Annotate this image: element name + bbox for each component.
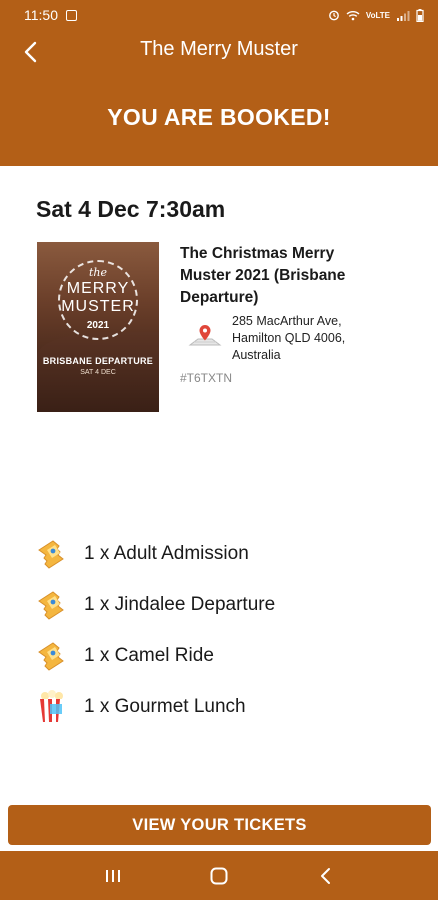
image-text-date: SAT 4 DEC	[80, 369, 116, 376]
event-address: 285 MacArthur Ave, Hamilton QLD 4006, Au…	[232, 314, 346, 362]
home-button[interactable]	[199, 856, 239, 896]
popcorn-icon	[34, 689, 70, 725]
view-tickets-button[interactable]: VIEW YOUR TICKETS	[8, 805, 431, 845]
booking-code: #T6TXTN	[180, 371, 233, 385]
image-text-muster: MUSTER	[61, 298, 135, 315]
status-time: 11:50	[24, 7, 58, 23]
item-label: 1 x Gourmet Lunch	[84, 695, 246, 717]
event-name: The Christmas Merry Muster 2021 (Brisban…	[180, 245, 346, 306]
list-item: 1 x Gourmet Lunch	[34, 681, 414, 732]
item-label: 1 x Camel Ride	[84, 644, 214, 666]
list-item: 1 x Jindalee Departure	[34, 579, 414, 630]
ticket-icon	[34, 536, 70, 572]
event-location[interactable]: 285 MacArthur Ave, Hamilton QLD 4006, Au…	[188, 313, 382, 364]
app-title: The Merry Muster	[140, 38, 298, 60]
system-back-button[interactable]	[305, 856, 345, 896]
ticket-icon	[34, 638, 70, 674]
item-label: 1 x Adult Admission	[84, 542, 249, 564]
event-image[interactable]: the MERRY MUSTER 2021 BRISBANE DEPARTURE…	[37, 242, 159, 412]
image-text-departure: BRISBANE DEPARTURE	[42, 356, 154, 366]
notification-icon	[66, 9, 77, 21]
booking-header: The Merry Muster YOU ARE BOOKED!	[0, 30, 438, 166]
image-text-merry: MERRY	[66, 280, 130, 297]
recent-apps-button[interactable]	[93, 856, 133, 896]
map-pin-icon	[188, 325, 222, 346]
network-label: VoLTE	[365, 10, 390, 20]
list-item: 1 x Adult Admission	[34, 528, 414, 579]
booked-title: YOU ARE BOOKED!	[107, 104, 331, 130]
status-bar: 11:50 VoLTE	[0, 0, 438, 30]
image-text-the: the	[88, 266, 107, 279]
alarm-icon	[328, 10, 339, 21]
recent-apps-icon	[106, 869, 120, 882]
image-text-year: 2021	[86, 320, 110, 331]
event-date-time: Sat 4 Dec 7:30am	[36, 196, 226, 222]
item-label: 1 x Jindalee Departure	[84, 593, 276, 615]
signal-icon	[397, 10, 410, 21]
ticket-items-list: 1 x Adult Admission 1 x Jindalee Departu…	[34, 528, 414, 732]
system-nav-bar	[0, 851, 438, 900]
home-icon	[210, 867, 228, 884]
system-back-icon	[321, 867, 330, 884]
ticket-icon	[34, 587, 70, 623]
wifi-icon	[346, 10, 360, 20]
battery-icon	[416, 8, 424, 22]
list-item: 1 x Camel Ride	[34, 630, 414, 681]
